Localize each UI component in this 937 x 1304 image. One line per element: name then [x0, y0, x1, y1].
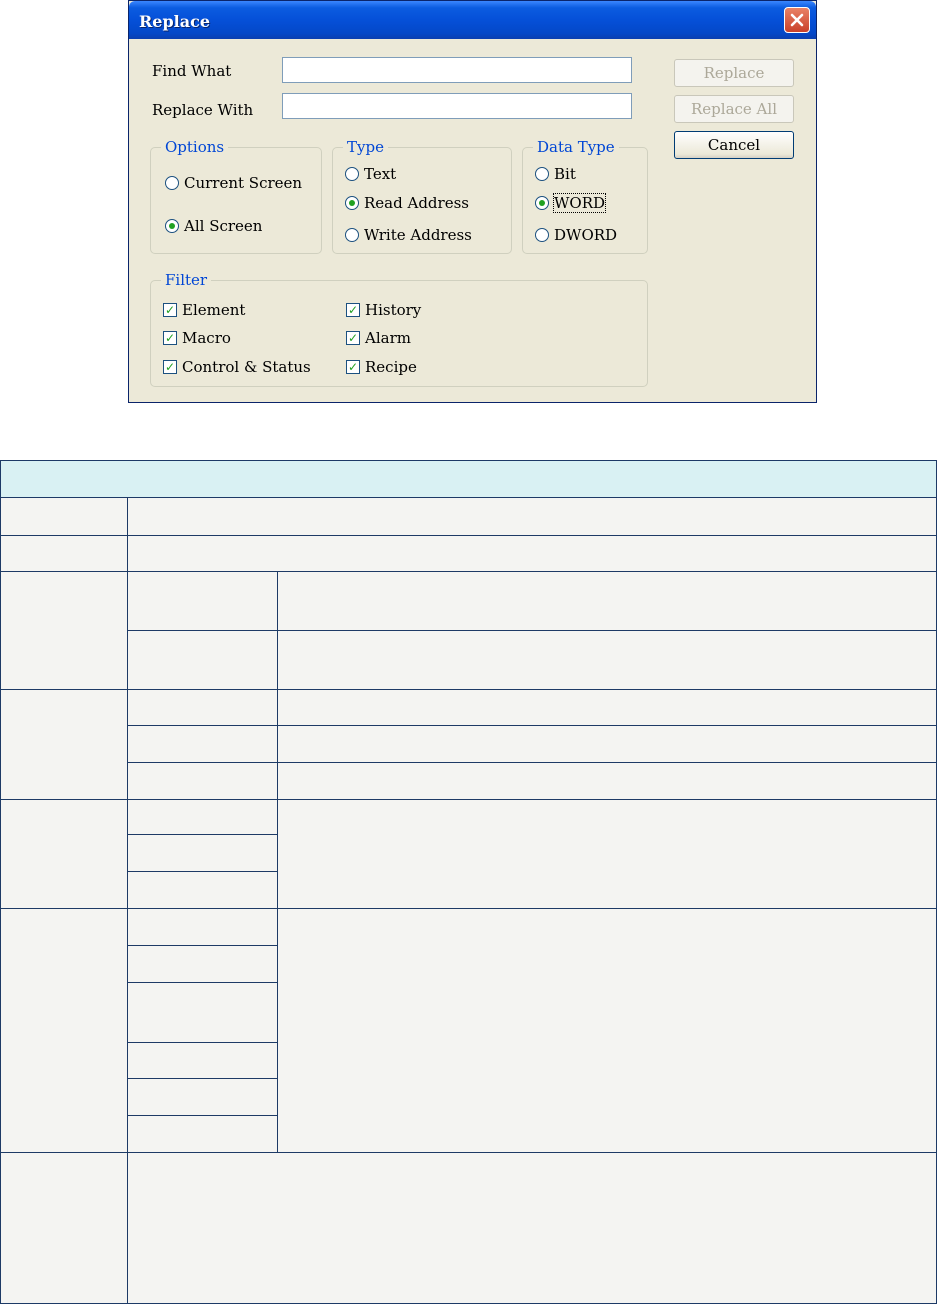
- dialog-body: Find What Replace With Replace Replace A…: [132, 39, 813, 399]
- find-what-label: Find What: [152, 62, 232, 80]
- options-legend: Options: [161, 138, 229, 156]
- row-divider: [127, 630, 936, 631]
- type-text[interactable]: Text: [345, 165, 396, 183]
- radio-write-address[interactable]: [345, 228, 359, 242]
- option-label: All Screen: [184, 217, 263, 235]
- data-type-group: Data Type Bit WORD DWORD: [522, 138, 648, 254]
- dialog-title: Replace: [139, 12, 211, 31]
- row-divider: [1, 908, 936, 909]
- radio-bit[interactable]: [535, 167, 549, 181]
- checkbox-label: Macro: [182, 329, 231, 347]
- data-type-dword[interactable]: DWORD: [535, 226, 617, 244]
- row-divider: [127, 871, 277, 872]
- checkbox-label: Alarm: [365, 329, 411, 347]
- option-label: WORD: [552, 193, 607, 213]
- replace-with-label: Replace With: [152, 101, 254, 119]
- radio-dword[interactable]: [535, 228, 549, 242]
- close-icon: [790, 13, 804, 27]
- filter-alarm[interactable]: ✓ Alarm: [346, 329, 411, 347]
- checkbox-history[interactable]: ✓: [346, 303, 360, 317]
- option-current-screen[interactable]: Current Screen: [165, 174, 302, 192]
- replace-with-input[interactable]: [282, 93, 632, 119]
- title-bar[interactable]: Replace: [129, 1, 816, 39]
- data-type-bit[interactable]: Bit: [535, 165, 576, 183]
- row-divider: [1, 571, 936, 572]
- checkbox-label: History: [365, 301, 422, 319]
- row-divider: [127, 1115, 277, 1116]
- options-group: Options Current Screen All Screen: [150, 138, 322, 254]
- close-button[interactable]: [784, 7, 810, 33]
- table-header: [1, 461, 936, 497]
- filter-group: Filter ✓ Element ✓ History ✓ Macro ✓ Ala…: [150, 271, 648, 387]
- filter-history[interactable]: ✓ History: [346, 301, 421, 319]
- option-all-screen[interactable]: All Screen: [165, 217, 262, 235]
- replace-button[interactable]: Replace: [674, 59, 794, 87]
- filter-recipe[interactable]: ✓ Recipe: [346, 358, 417, 376]
- row-divider: [127, 762, 936, 763]
- replace-all-button[interactable]: Replace All: [674, 95, 794, 123]
- checkbox-recipe[interactable]: ✓: [346, 360, 360, 374]
- description-table: [0, 460, 937, 1304]
- row-divider: [127, 982, 277, 983]
- option-label: Text: [364, 165, 397, 183]
- option-label: Bit: [554, 165, 576, 183]
- radio-read-address[interactable]: [345, 196, 359, 210]
- option-label: Write Address: [364, 226, 472, 244]
- option-label: Read Address: [364, 194, 469, 212]
- checkbox-label: Element: [182, 301, 246, 319]
- checkbox-alarm[interactable]: ✓: [346, 331, 360, 345]
- row-divider: [127, 725, 936, 726]
- filter-macro[interactable]: ✓ Macro: [163, 329, 231, 347]
- radio-all-screen[interactable]: [165, 219, 179, 233]
- option-label: Current Screen: [184, 174, 303, 192]
- row-divider: [127, 1078, 277, 1079]
- replace-dialog: Replace Find What Replace With Replace R…: [128, 0, 817, 403]
- type-legend: Type: [343, 138, 388, 156]
- data-type-word[interactable]: WORD: [535, 193, 607, 213]
- checkbox-label: Recipe: [365, 358, 417, 376]
- checkbox-macro[interactable]: ✓: [163, 331, 177, 345]
- data-type-legend: Data Type: [533, 138, 619, 156]
- row-divider: [1, 1152, 936, 1153]
- filter-control-status[interactable]: ✓ Control & Status: [163, 358, 311, 376]
- row-divider: [1, 799, 936, 800]
- option-label: DWORD: [554, 226, 618, 244]
- find-what-input[interactable]: [282, 57, 632, 83]
- column-divider: [277, 571, 278, 1152]
- cancel-button[interactable]: Cancel: [674, 131, 794, 159]
- row-divider: [127, 945, 277, 946]
- row-divider: [1, 535, 936, 536]
- type-group: Type Text Read Address Write Address: [332, 138, 512, 254]
- type-read-address[interactable]: Read Address: [345, 194, 469, 212]
- row-divider: [127, 834, 277, 835]
- filter-element[interactable]: ✓ Element: [163, 301, 245, 319]
- row-divider: [127, 1042, 277, 1043]
- column-divider: [127, 497, 128, 1304]
- row-divider: [1, 689, 936, 690]
- checkbox-control-status[interactable]: ✓: [163, 360, 177, 374]
- checkbox-label: Control & Status: [182, 358, 311, 376]
- filter-legend: Filter: [161, 271, 212, 289]
- checkbox-element[interactable]: ✓: [163, 303, 177, 317]
- row-divider: [1, 497, 936, 498]
- radio-current-screen[interactable]: [165, 176, 179, 190]
- radio-word[interactable]: [535, 196, 549, 210]
- type-write-address[interactable]: Write Address: [345, 226, 472, 244]
- radio-text[interactable]: [345, 167, 359, 181]
